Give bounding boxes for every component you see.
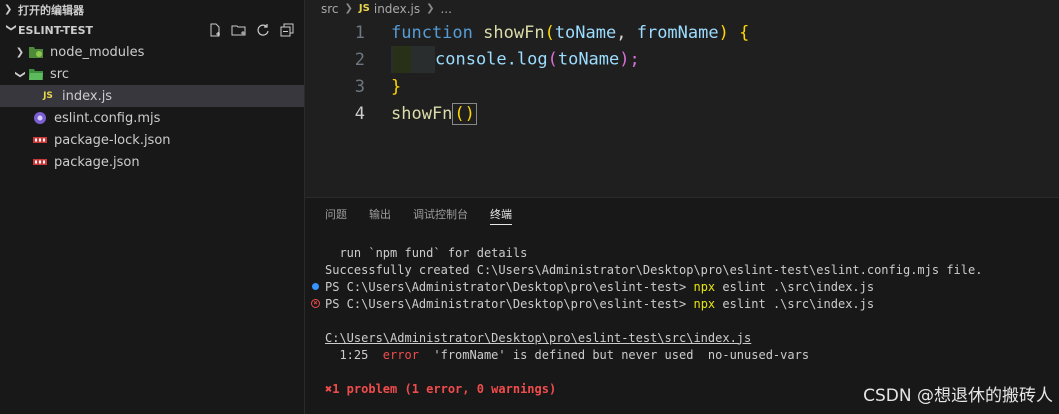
project-section-header[interactable]: ❯ ESLINT-TEST bbox=[0, 19, 304, 41]
comma: , bbox=[616, 22, 637, 43]
terminal-line: Successfully created C:\Users\Administra… bbox=[325, 262, 983, 277]
line-number: 3 bbox=[354, 76, 365, 97]
chevron-down-icon: ❯ bbox=[5, 23, 17, 32]
tree-item-label: package-lock.json bbox=[54, 132, 171, 148]
tree-item-label: index.js bbox=[62, 88, 113, 104]
chevron-down-icon: ❯ bbox=[14, 69, 26, 79]
breadcrumb-more[interactable]: ... bbox=[440, 2, 451, 16]
argument: toName bbox=[557, 49, 620, 70]
paren-match: () bbox=[452, 102, 477, 125]
chevron-right-icon: ❯ bbox=[4, 4, 13, 15]
paren: ); bbox=[619, 49, 640, 70]
tree-item-label: package.json bbox=[54, 154, 140, 170]
cross-icon: ✖ bbox=[325, 381, 333, 396]
param: fromName bbox=[636, 22, 719, 43]
line-number: 4 bbox=[354, 103, 365, 124]
paren: ( bbox=[547, 49, 558, 70]
breadcrumb: src ❯ JS index.js ❯ ... bbox=[305, 0, 1059, 17]
tree-item-node-modules[interactable]: ❯ node_modules bbox=[0, 41, 304, 63]
paren: ( bbox=[544, 22, 555, 43]
brace: { bbox=[739, 22, 750, 43]
code-area[interactable]: 1 function showFn(toName, fromName) { 2 … bbox=[305, 19, 1059, 127]
line-text: function showFn(toName, fromName) { bbox=[365, 23, 749, 43]
npm-file-icon bbox=[32, 132, 48, 148]
paren: ) bbox=[718, 22, 729, 43]
new-folder-icon[interactable] bbox=[230, 21, 248, 39]
brace: } bbox=[391, 76, 402, 97]
tab-debug-console[interactable]: 调试控制台 bbox=[413, 198, 468, 230]
tree-item-label: src bbox=[50, 66, 69, 82]
breadcrumb-folder[interactable]: src bbox=[321, 2, 339, 16]
tree-item-label: node_modules bbox=[50, 44, 145, 60]
tab-problems[interactable]: 问题 bbox=[325, 198, 347, 230]
open-editors-label: 打开的编辑器 bbox=[18, 3, 84, 17]
terminal-line: PS C:\Users\Administrator\Desktop\pro\es… bbox=[305, 278, 1059, 295]
line-number: 1 bbox=[354, 22, 365, 43]
new-file-icon[interactable] bbox=[206, 21, 224, 39]
error-dot-icon[interactable]: × bbox=[311, 299, 320, 308]
explorer-sidebar: ❯ 打开的编辑器 ❯ ESLINT-TEST ❯ node_modules ❯ … bbox=[0, 0, 305, 414]
chevron-right-icon: ❯ bbox=[426, 3, 435, 14]
code-line: 2 console.log(toName); bbox=[305, 46, 1059, 73]
tab-terminal[interactable]: 终端 bbox=[490, 198, 512, 230]
chevron-right-icon: ❯ bbox=[344, 3, 353, 14]
tree-item-package-lock[interactable]: package-lock.json bbox=[0, 129, 304, 151]
problem-summary: 1 problem (1 error, 0 warnings) bbox=[332, 381, 557, 396]
terminal-line: run `npm fund` for details bbox=[325, 245, 528, 260]
terminal-line: 1:25 error 'fromName' is defined but nev… bbox=[325, 347, 810, 362]
tree-item-package-json[interactable]: package.json bbox=[0, 151, 304, 173]
file-link[interactable]: C:\Users\Administrator\Desktop\pro\eslin… bbox=[325, 331, 751, 345]
js-file-icon: JS bbox=[43, 91, 53, 101]
call-expression: console.log bbox=[435, 49, 548, 70]
keyword: function bbox=[391, 22, 473, 43]
terminal-line: C:\Users\Administrator\Desktop\pro\eslin… bbox=[305, 329, 1059, 346]
tree-item-src[interactable]: ❯ src bbox=[0, 63, 304, 85]
js-file-icon: JS bbox=[358, 3, 370, 14]
breadcrumb-file[interactable]: index.js bbox=[374, 2, 420, 16]
chevron-right-icon: ❯ bbox=[15, 46, 25, 58]
indent-guide bbox=[391, 46, 435, 73]
node-folder-icon bbox=[28, 44, 44, 60]
eslint-file-icon bbox=[32, 110, 48, 126]
line-number: 2 bbox=[354, 49, 365, 70]
tab-output[interactable]: 输出 bbox=[369, 198, 391, 230]
open-editors-section[interactable]: ❯ 打开的编辑器 bbox=[0, 0, 304, 19]
tree-item-eslint-config[interactable]: eslint.config.mjs bbox=[0, 107, 304, 129]
panel-tabs: 问题 输出 调试控制台 终端 bbox=[305, 198, 1059, 230]
code-editor[interactable]: src ❯ JS index.js ❯ ... 1 function showF… bbox=[305, 0, 1059, 197]
project-label: ESLINT-TEST bbox=[18, 23, 94, 37]
npm-file-icon bbox=[32, 154, 48, 170]
error-level: error bbox=[382, 347, 419, 362]
src-folder-icon bbox=[28, 66, 44, 82]
tree-item-index-js[interactable]: JS index.js bbox=[0, 85, 304, 107]
code-line: 1 function showFn(toName, fromName) { bbox=[305, 19, 1059, 46]
refresh-icon[interactable] bbox=[254, 21, 272, 39]
terminal-line: × PS C:\Users\Administrator\Desktop\pro\e… bbox=[305, 295, 1059, 312]
terminal-output[interactable]: run `npm fund` for details Successfully … bbox=[305, 244, 1059, 397]
success-dot-icon[interactable] bbox=[311, 282, 320, 291]
collapse-all-icon[interactable] bbox=[278, 21, 296, 39]
tree-item-label: eslint.config.mjs bbox=[54, 110, 161, 126]
code-line: 4 showFn() bbox=[305, 100, 1059, 127]
line-text: console.log(toName); bbox=[365, 46, 640, 73]
watermark: CSDN @想退休的搬砖人 bbox=[863, 386, 1053, 406]
code-line: 3 } bbox=[305, 73, 1059, 100]
function-name: showFn bbox=[391, 103, 453, 124]
line-text: } bbox=[365, 77, 401, 97]
function-name: showFn bbox=[483, 22, 545, 43]
line-text: showFn() bbox=[365, 102, 477, 125]
param: toName bbox=[554, 22, 617, 43]
